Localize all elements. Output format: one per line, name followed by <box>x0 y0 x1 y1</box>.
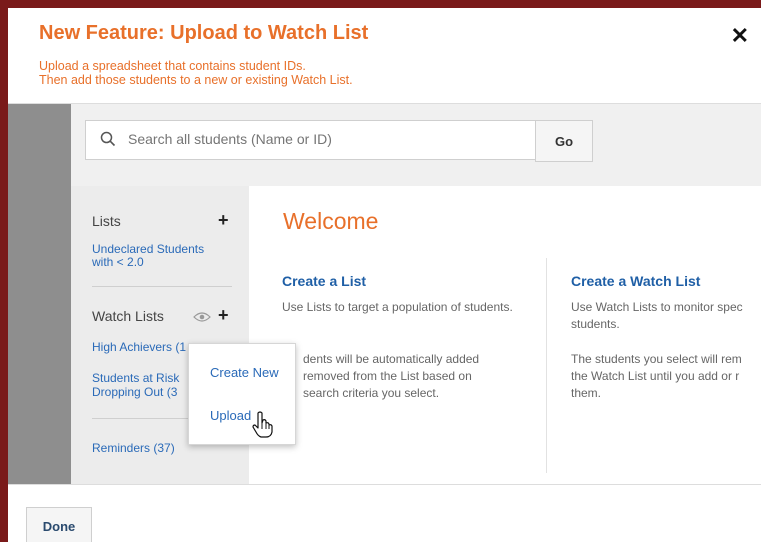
create-watch-list-heading[interactable]: Create a Watch List <box>571 273 700 289</box>
sidebar-item-reminders[interactable]: Reminders (37) <box>92 442 175 455</box>
add-list-plus-icon[interactable]: + <box>218 210 229 231</box>
sidebar-item-undeclared[interactable]: Undeclared Students with < 2.0 <box>92 243 227 269</box>
modal-subtitle-line2: Then add those students to a new or exis… <box>39 73 353 87</box>
sidebar-item-at-risk-line2[interactable]: Dropping Out (3 <box>92 386 177 399</box>
search-box <box>85 120 537 160</box>
sidebar-item-high-achievers[interactable]: High Achievers (1 <box>92 341 186 354</box>
lists-heading: Lists <box>92 213 121 229</box>
add-watch-list-plus-icon[interactable]: + <box>218 305 229 326</box>
search-input[interactable] <box>126 130 530 148</box>
done-button[interactable]: Done <box>26 507 92 542</box>
create-list-text-line3: search criteria you select. <box>303 386 440 400</box>
search-icon <box>100 131 116 147</box>
create-list-description: Use Lists to target a population of stud… <box>282 300 513 314</box>
menu-item-create-new[interactable]: Create New <box>210 365 279 380</box>
watch-list-text-line3: The students you select will rem <box>571 352 742 366</box>
watch-lists-heading: Watch Lists <box>92 308 164 324</box>
watch-list-text-line2: students. <box>571 317 620 331</box>
modal-header: New Feature: Upload to Watch List Upload… <box>8 8 761 103</box>
menu-item-upload[interactable]: Upload <box>210 408 251 423</box>
create-list-text-line1: dents will be automatically added <box>303 352 480 366</box>
go-button[interactable]: Go <box>535 120 593 162</box>
watch-list-text-line1: Use Watch Lists to monitor spec <box>571 300 743 314</box>
watch-list-text-line5: them. <box>571 386 602 400</box>
eye-icon[interactable] <box>193 311 211 323</box>
modal-dialog: New Feature: Upload to Watch List Upload… <box>8 8 761 542</box>
welcome-panel: Welcome Create a List Use Lists to targe… <box>249 186 761 484</box>
sidebar-item-at-risk-line1[interactable]: Students at Risk <box>92 372 179 385</box>
hand-cursor-icon <box>252 411 273 438</box>
search-bar: Go <box>71 104 761 186</box>
create-list-heading[interactable]: Create a List <box>282 273 366 289</box>
screenshot-area: Go Lists + Undeclared Students with < 2.… <box>8 103 761 484</box>
welcome-heading: Welcome <box>283 208 379 234</box>
app-content: Go Lists + Undeclared Students with < 2.… <box>71 104 761 484</box>
modal-subtitle-line1: Upload a spreadsheet that contains stude… <box>39 59 306 73</box>
modal-title: New Feature: Upload to Watch List <box>39 22 369 44</box>
column-separator <box>546 258 547 473</box>
watch-list-text-line4: the Watch List until you add or r <box>571 369 740 383</box>
left-gray-strip <box>8 104 71 484</box>
close-icon[interactable]: ✕ <box>731 23 749 49</box>
modal-footer: Done <box>8 484 761 542</box>
create-list-text-line2: removed from the List based on <box>303 369 472 383</box>
add-watch-list-menu: Create New Upload <box>188 343 296 445</box>
divider <box>92 286 232 287</box>
